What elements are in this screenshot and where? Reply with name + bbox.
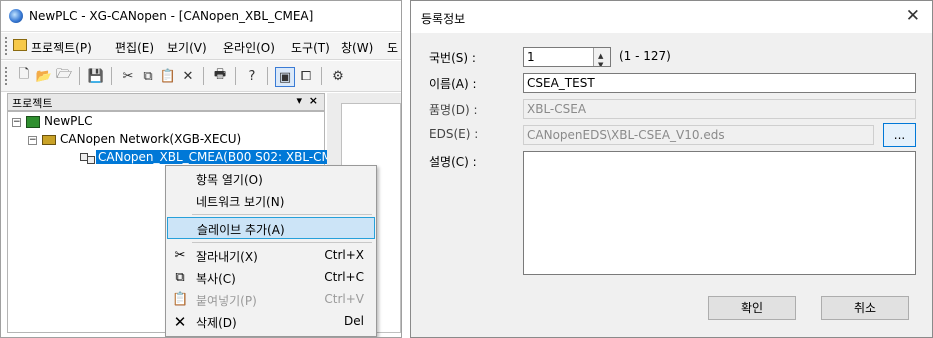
product-field: XBL-CSEA xyxy=(523,99,916,119)
eds-label: EDS(E) : xyxy=(429,127,479,141)
menu-item-open[interactable]: 항목 열기(O) xyxy=(166,168,376,190)
menu-edit[interactable]: 편집(E) xyxy=(115,39,154,56)
title-bar: NewPLC - XG-CANopen - [CANopen_XBL_CMEA] xyxy=(1,1,401,32)
menu-item-shortcut: Del xyxy=(344,314,364,328)
paste-icon: 📋 xyxy=(172,292,189,307)
menu-window[interactable]: 창(W) xyxy=(341,39,373,56)
ok-button[interactable]: 확인 xyxy=(708,296,796,320)
copy-icon: ⧉ xyxy=(175,270,185,285)
cut-icon[interactable]: ✂ xyxy=(119,67,137,85)
delete-icon: ✕ xyxy=(173,313,187,331)
menu-item-cut[interactable]: ✂ 잘라내기(X) Ctrl+X xyxy=(166,245,376,267)
context-menu: 항목 열기(O) 네트워크 보기(N) 슬레이브 추가(A) ✂ 잘라내기(X)… xyxy=(165,165,377,337)
menu-separator xyxy=(192,214,372,215)
menu-item-delete[interactable]: ✕ 삭제(D) Del xyxy=(166,311,376,333)
panel-close-icon[interactable]: × xyxy=(309,94,318,107)
browse-button[interactable]: ... xyxy=(883,123,916,147)
menu-item-label: 잘라내기(X) xyxy=(196,250,258,264)
toolbar: 🗋 📂 🗁 💾 ✂ ⧉ 📋 ✕ 🖶 ? ▣ ⧠ ⚙ xyxy=(1,61,401,92)
collapse-icon[interactable]: − xyxy=(28,136,37,145)
copy-icon[interactable]: ⧉ xyxy=(139,67,157,85)
panel-pin-icon[interactable]: ▾ xyxy=(296,94,302,107)
open-file-icon[interactable]: 📂 xyxy=(35,67,53,85)
scissors-icon: ✂ xyxy=(174,248,186,263)
node-number-stepper[interactable]: 1 xyxy=(523,47,611,67)
window-title: NewPLC - XG-CANopen - [CANopen_XBL_CMEA] xyxy=(29,9,314,23)
menu-item-label: 붙여넣기(P) xyxy=(196,294,257,308)
menu-item-add-slave[interactable]: 슬레이브 추가(A) xyxy=(167,217,375,239)
eds-file-field: CANopenEDS\XBL-CSEA_V10.eds xyxy=(523,125,874,145)
name-label: 이름(A) : xyxy=(429,77,477,91)
menu-item-shortcut: Ctrl+C xyxy=(324,270,364,284)
node-number-value: 1 xyxy=(527,50,535,64)
menu-item-label: 항목 열기(O) xyxy=(196,173,263,187)
print-icon[interactable]: 🖶 xyxy=(211,67,229,85)
menu-online[interactable]: 온라인(O) xyxy=(223,39,275,56)
paste-icon[interactable]: 📋 xyxy=(159,67,177,85)
monitor-icon[interactable]: ⧠ xyxy=(297,67,315,85)
menu-item-network-view[interactable]: 네트워크 보기(N) xyxy=(166,190,376,212)
open-project-icon[interactable]: 🗁 xyxy=(55,67,73,85)
menu-item-label: 복사(C) xyxy=(196,272,236,286)
toolbar-separator xyxy=(321,67,322,85)
project-menu-icon xyxy=(13,39,27,51)
collapse-icon[interactable]: − xyxy=(12,118,21,127)
toolbar-separator xyxy=(267,67,268,85)
toolbar-grip[interactable] xyxy=(5,37,10,55)
menu-bar: 프로젝트(P) 편집(E) 보기(V) 온라인(O) 도구(T) 창(W) 도 xyxy=(1,33,401,60)
menu-item-label: 삭제(D) xyxy=(196,316,237,330)
network-icon xyxy=(42,135,56,145)
menu-item-label: 슬레이브 추가(A) xyxy=(197,223,285,237)
dialog-title: 등록정보 xyxy=(421,12,466,26)
plc-icon xyxy=(26,116,40,128)
menu-item-shortcut: Ctrl+V xyxy=(324,292,364,306)
description-label: 설명(C) : xyxy=(429,155,477,169)
device-icon xyxy=(80,151,95,164)
delete-icon[interactable]: ✕ xyxy=(179,67,197,85)
menu-tools[interactable]: 도구(T) xyxy=(291,39,330,56)
menu-item-paste[interactable]: 📋 붙여넣기(P) Ctrl+V xyxy=(166,289,376,311)
network-config-icon[interactable]: ⚙ xyxy=(329,67,347,85)
properties-dialog: 등록정보 ✕ 국번(S) : 1 (1 - 127) 이름(A) : CSEA_… xyxy=(410,0,933,338)
xg-canopen-window: NewPLC - XG-CANopen - [CANopen_XBL_CMEA]… xyxy=(0,0,402,338)
toolbar-separator xyxy=(203,67,204,85)
toolbar-separator xyxy=(79,67,80,85)
node-range-text: (1 - 127) xyxy=(619,49,671,63)
close-icon[interactable]: ✕ xyxy=(906,6,920,26)
menu-item-label: 네트워크 보기(N) xyxy=(196,195,285,209)
product-label: 품명(D) : xyxy=(429,103,478,117)
app-icon xyxy=(9,9,23,23)
tree-node-network[interactable]: CANopen Network(XGB-XECU) xyxy=(60,132,241,146)
project-panel-header: 프로젝트 ▾ × xyxy=(7,93,325,111)
menu-separator xyxy=(192,242,372,243)
menu-truncated[interactable]: 도 xyxy=(387,39,398,56)
tree-node-selected-device[interactable]: CANopen_XBL_CMEA(B00 S02: XBL-CMEA) xyxy=(96,150,355,164)
cancel-button[interactable]: 취소 xyxy=(821,296,909,320)
toolbar-separator xyxy=(235,67,236,85)
menu-item-shortcut: Ctrl+X xyxy=(324,248,364,262)
menu-project[interactable]: 프로젝트(P) xyxy=(31,39,92,56)
new-file-icon[interactable]: 🗋 xyxy=(15,67,33,85)
node-number-label: 국번(S) : xyxy=(429,51,476,65)
save-icon[interactable]: 💾 xyxy=(87,67,105,85)
help-icon[interactable]: ? xyxy=(243,67,261,85)
name-field[interactable]: CSEA_TEST xyxy=(523,73,916,93)
menu-view[interactable]: 보기(V) xyxy=(167,39,207,56)
dialog-title-bar: 등록정보 ✕ xyxy=(411,1,932,33)
network-view-icon[interactable]: ▣ xyxy=(275,67,295,87)
project-panel-title: 프로젝트 xyxy=(12,97,53,110)
toolbar-separator xyxy=(111,67,112,85)
toolbar-grip[interactable] xyxy=(5,67,10,85)
description-textarea[interactable] xyxy=(523,151,916,275)
tree-node-newplc[interactable]: NewPLC xyxy=(44,114,92,128)
spin-arrows-icon[interactable] xyxy=(593,48,610,66)
menu-item-copy[interactable]: ⧉ 복사(C) Ctrl+C xyxy=(166,267,376,289)
